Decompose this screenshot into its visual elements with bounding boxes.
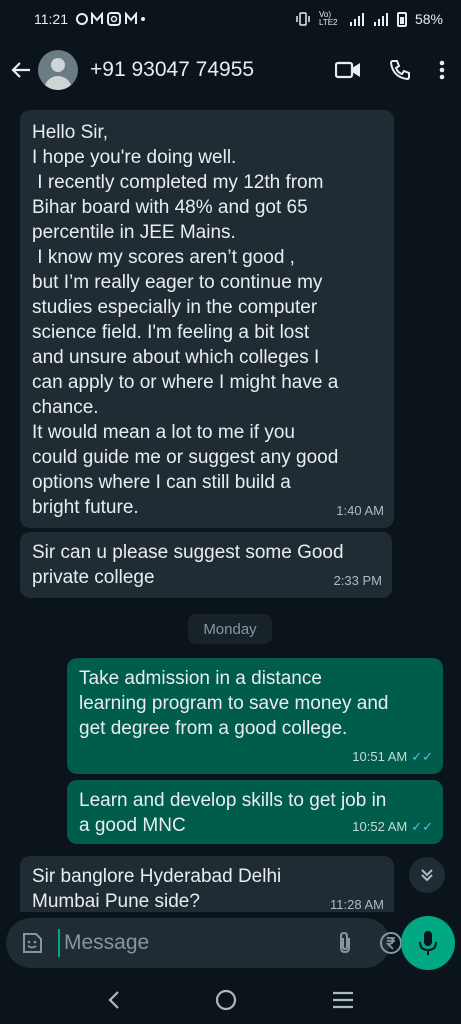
voice-message-button[interactable] <box>401 916 455 970</box>
message-composer <box>6 918 452 968</box>
battery-icon <box>396 11 407 27</box>
more-options-icon[interactable] <box>439 60 445 80</box>
scroll-to-bottom-button[interactable] <box>409 857 445 893</box>
battery-level: 58% <box>414 11 443 27</box>
mic-icon <box>418 930 438 956</box>
nav-home-icon[interactable] <box>215 989 237 1011</box>
nav-back-icon[interactable] <box>107 990 121 1010</box>
message-input[interactable] <box>58 929 337 957</box>
nav-recents-icon[interactable] <box>332 991 354 1009</box>
message-bubble-incoming[interactable]: Hello Sir, I hope you're doing well. I r… <box>20 110 394 528</box>
signal-icon-2 <box>373 12 389 26</box>
message-bubble-incoming[interactable]: Sir can u please suggest some Good priva… <box>20 532 392 598</box>
chat-header: +91 93047 74955 <box>0 38 461 102</box>
message-time: 10:51 AM ✓✓ <box>352 749 433 764</box>
message-text: Sir can u please suggest some Good priva… <box>32 542 344 588</box>
message-time: 2:33 PM <box>333 573 382 588</box>
message-time: 1:40 AM <box>336 503 384 518</box>
message-time: 10:52 AM ✓✓ <box>352 819 433 834</box>
signal-icon-1 <box>349 12 365 26</box>
video-call-icon[interactable] <box>335 60 361 80</box>
message-text: Hello Sir, I hope you're doing well. I r… <box>32 122 339 518</box>
system-nav-bar <box>0 976 461 1024</box>
notification-icons <box>76 12 146 26</box>
read-ticks-icon: ✓✓ <box>411 749 433 764</box>
message-time: 11:28 AM <box>330 897 384 912</box>
voice-call-icon[interactable] <box>389 59 411 81</box>
contact-name[interactable]: +91 93047 74955 <box>90 58 335 82</box>
status-bar: 11:21 Vo) LTE2 58% <box>0 0 461 38</box>
back-arrow-icon[interactable] <box>10 59 34 81</box>
message-bubble-incoming[interactable]: Sir banglore Hyderabad Delhi Mumbai Pune… <box>20 856 394 912</box>
emoji-sticker-icon[interactable] <box>20 931 44 955</box>
attach-icon[interactable] <box>337 931 353 955</box>
message-bubble-outgoing[interactable]: Learn and develop skills to get job in a… <box>67 780 443 844</box>
date-separator: Monday <box>188 614 272 644</box>
vibrate-icon <box>295 12 311 26</box>
payment-icon[interactable] <box>379 931 403 955</box>
message-text: Take admission in a distance learning pr… <box>79 668 389 739</box>
status-time: 11:21 <box>34 11 68 27</box>
read-ticks-icon: ✓✓ <box>411 819 433 834</box>
chat-area[interactable]: Hello Sir, I hope you're doing well. I r… <box>0 102 461 912</box>
avatar[interactable] <box>38 50 78 90</box>
volte-label: Vo) LTE2 <box>318 10 338 27</box>
message-bubble-outgoing[interactable]: Take admission in a distance learning pr… <box>67 658 443 774</box>
